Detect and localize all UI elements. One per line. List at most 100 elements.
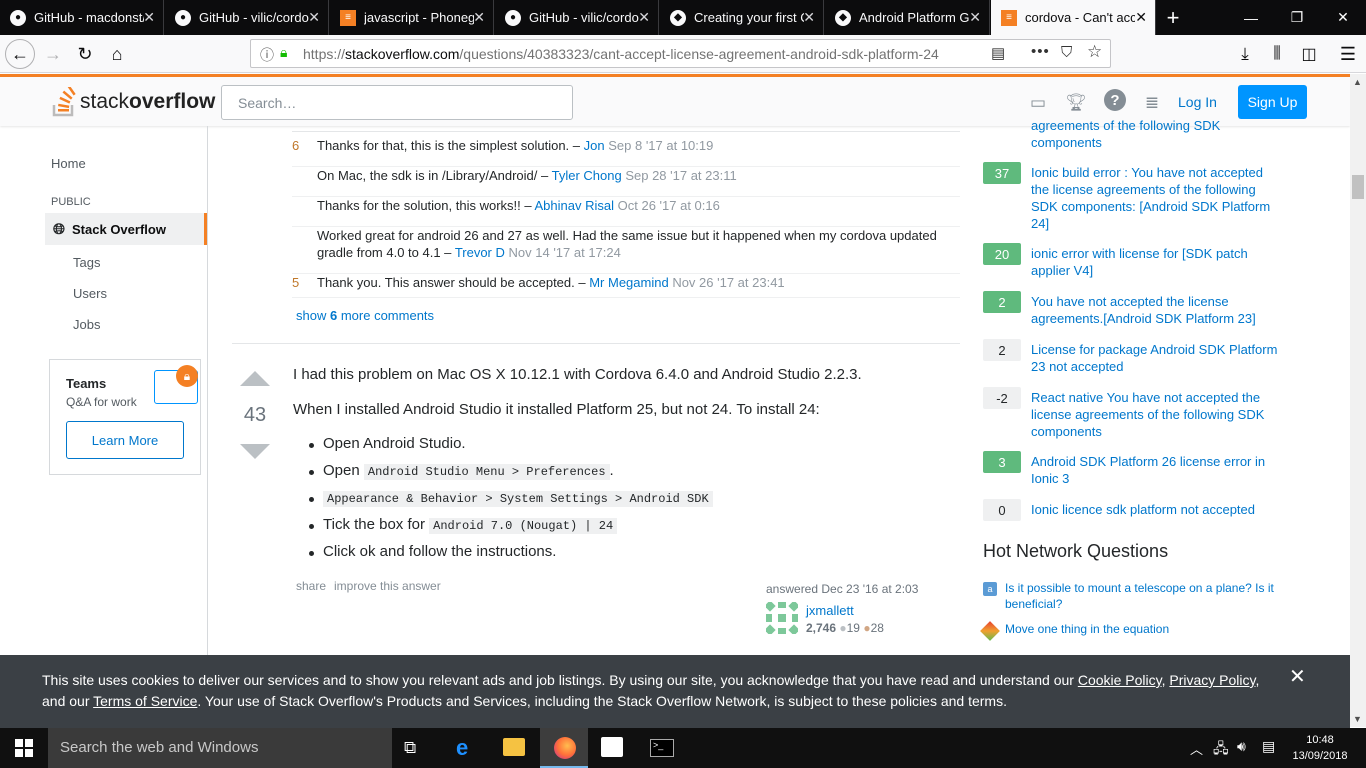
back-arrow-icon[interactable]: ← xyxy=(5,39,35,69)
close-tab-icon[interactable]: ✕ xyxy=(308,9,320,26)
login-link[interactable]: Log In xyxy=(1178,94,1217,110)
close-tab-icon[interactable]: ✕ xyxy=(143,9,155,26)
comment-date[interactable]: Sep 8 '17 at 10:19 xyxy=(608,138,713,153)
download-icon[interactable]: ⤓ xyxy=(1230,39,1260,69)
close-tab-icon[interactable]: ✕ xyxy=(969,9,981,26)
related-link[interactable]: ionic error with license for [SDK patch … xyxy=(1031,245,1281,279)
related-link[interactable]: License for package Android SDK Platform… xyxy=(1031,341,1281,375)
page-scrollbar[interactable]: ▲ ▼ xyxy=(1350,74,1366,727)
browser-tab[interactable]: ● GitHub - vilic/cordo ✕ xyxy=(165,0,329,35)
comment-user-link[interactable]: Mr Megamind xyxy=(589,275,668,290)
nav-jobs[interactable]: Jobs xyxy=(73,317,100,332)
inbox-icon[interactable]: ▭ xyxy=(1027,92,1049,114)
hot-question-link[interactable]: Move one thing in the equation xyxy=(1005,622,1285,636)
cmd-icon[interactable]: >_ xyxy=(650,739,674,757)
file-explorer-icon[interactable] xyxy=(503,738,525,756)
comment-date[interactable]: Sep 28 '17 at 23:11 xyxy=(625,168,736,183)
terms-of-service-link[interactable]: Terms of Service xyxy=(93,693,197,709)
browser-tab[interactable]: ● GitHub - vilic/cordo ✕ xyxy=(495,0,659,35)
related-link[interactable]: agreements of the following SDK componen… xyxy=(1031,117,1281,151)
so-logo[interactable]: stack overflow xyxy=(52,87,215,117)
close-tab-icon[interactable]: ✕ xyxy=(638,9,650,26)
answer-user-link[interactable]: jxmallett xyxy=(806,603,854,618)
comment-user-link[interactable]: Jon xyxy=(584,138,605,153)
browser-tab-active[interactable]: ≡ cordova - Can't acc ✕ xyxy=(991,0,1156,35)
close-tab-icon[interactable]: ✕ xyxy=(803,9,815,26)
close-tab-icon[interactable]: ✕ xyxy=(1135,9,1147,26)
related-link[interactable]: Android SDK Platform 26 license error in… xyxy=(1031,453,1281,487)
url-bar[interactable]: ⓘ 🔒︎ https://stackoverflow.com/questions… xyxy=(250,39,1111,68)
browser-tab[interactable]: ◆ Creating your first C ✕ xyxy=(660,0,824,35)
close-tab-icon[interactable]: ✕ xyxy=(473,9,485,26)
network-icon[interactable]: 🖧︎ xyxy=(1213,738,1229,762)
windows-start-icon[interactable] xyxy=(0,728,48,768)
scroll-up-icon[interactable]: ▲ xyxy=(1353,77,1362,87)
bookmark-star-icon[interactable]: ☆ xyxy=(1087,42,1102,62)
improve-answer-link[interactable]: improve this answer xyxy=(334,579,441,593)
help-icon[interactable]: ? xyxy=(1104,92,1126,114)
comment-date[interactable]: Nov 14 '17 at 17:24 xyxy=(509,245,621,260)
scroll-down-icon[interactable]: ▼ xyxy=(1353,714,1362,724)
upvote-icon[interactable] xyxy=(240,371,270,386)
notifications-icon[interactable]: ▤ xyxy=(1262,738,1275,755)
menu-hamburger-icon[interactable]: ☰ xyxy=(1333,39,1363,69)
scrollbar-thumb[interactable] xyxy=(1352,175,1364,199)
stackoverflow-icon: ≡ xyxy=(340,9,356,26)
site-switcher-icon[interactable]: ≣ xyxy=(1141,92,1163,114)
related-link[interactable]: You have not accepted the license agreem… xyxy=(1031,293,1281,327)
task-view-icon[interactable]: ⧉ xyxy=(404,738,416,758)
share-link[interactable]: share xyxy=(296,579,326,593)
answer-list-item: Appearance & Behavior > System Settings … xyxy=(309,489,713,507)
signup-button[interactable]: Sign Up xyxy=(1238,85,1307,119)
home-icon[interactable]: ⌂ xyxy=(102,39,132,69)
related-item[interactable]: agreements of the following SDK componen… xyxy=(983,117,1283,151)
nav-home[interactable]: Home xyxy=(51,156,86,171)
info-icon[interactable]: ⓘ xyxy=(260,45,274,65)
site-favicon-icon: a xyxy=(983,582,997,596)
url-path: /questions/40383323/cant-accept-license-… xyxy=(459,46,939,62)
related-score-badge: 2 xyxy=(983,291,1021,313)
privacy-policy-link[interactable]: Privacy Policy xyxy=(1169,672,1255,688)
restore-icon[interactable]: ❐ xyxy=(1274,0,1320,35)
related-link[interactable]: Ionic build error : You have not accepte… xyxy=(1031,164,1281,232)
user-avatar[interactable] xyxy=(764,600,800,636)
firefox-taskbar-item[interactable] xyxy=(540,728,588,768)
downvote-icon[interactable] xyxy=(240,444,270,459)
close-window-icon[interactable]: ✕ xyxy=(1320,0,1366,35)
edge-icon[interactable]: e xyxy=(456,735,468,761)
reload-icon[interactable]: ↻ xyxy=(70,39,100,69)
browser-tab[interactable]: ◆ Android Platform G ✕ xyxy=(825,0,990,35)
comment-date[interactable]: Oct 26 '17 at 0:16 xyxy=(618,198,720,213)
page-actions-icon[interactable]: ••• xyxy=(1031,43,1050,60)
library-icon[interactable]: ⫼ xyxy=(1262,39,1292,69)
related-link[interactable]: React native You have not accepted the l… xyxy=(1031,389,1281,440)
achievements-trophy-icon[interactable]: 🏆︎ xyxy=(1065,92,1087,114)
tray-chevron-icon[interactable]: ︿ xyxy=(1190,739,1203,758)
nav-users[interactable]: Users xyxy=(73,286,107,301)
pocket-icon[interactable]: ⛉ xyxy=(1061,44,1072,61)
taskbar-search-box[interactable]: Search the web and Windows xyxy=(48,728,392,768)
hot-question-link[interactable]: Is it possible to mount a telescope on a… xyxy=(1005,580,1285,612)
sidebar-icon[interactable]: ◫ xyxy=(1294,39,1324,69)
show-more-comments-link[interactable]: show 6 more comments xyxy=(296,308,434,323)
cookie-policy-link[interactable]: Cookie Policy xyxy=(1078,672,1162,688)
nav-tags[interactable]: Tags xyxy=(73,255,100,270)
reader-view-icon[interactable]: ▤ xyxy=(991,44,1005,62)
search-input[interactable]: Search… xyxy=(221,85,573,120)
related-link[interactable]: Ionic licence sdk platform not accepted xyxy=(1031,501,1281,518)
minimize-icon[interactable]: — xyxy=(1228,0,1274,35)
browser-tab[interactable]: ≡ javascript - Phoneg ✕ xyxy=(330,0,494,35)
learn-more-button[interactable]: Learn More xyxy=(66,421,184,459)
comment-user-link[interactable]: Abhinav Risal xyxy=(535,198,615,213)
comment-date[interactable]: Nov 26 '17 at 23:41 xyxy=(672,275,784,290)
volume-icon[interactable]: 🔊︎ xyxy=(1237,738,1246,755)
new-tab-icon[interactable]: + xyxy=(1156,0,1190,35)
browser-tab[interactable]: ● GitHub - macdonst/ ✕ xyxy=(0,0,164,35)
forward-arrow-icon[interactable]: → xyxy=(38,39,68,69)
store-icon[interactable] xyxy=(601,737,623,757)
comment-user-link[interactable]: Tyler Chong xyxy=(552,168,622,183)
nav-stack-overflow[interactable]: 🌐︎ Stack Overflow xyxy=(45,213,207,245)
close-cookie-banner-icon[interactable]: ✕ xyxy=(1289,667,1306,688)
comment-user-link[interactable]: Trevor D xyxy=(455,245,505,260)
system-clock[interactable]: 10:48 13/09/2018 xyxy=(1290,732,1350,764)
